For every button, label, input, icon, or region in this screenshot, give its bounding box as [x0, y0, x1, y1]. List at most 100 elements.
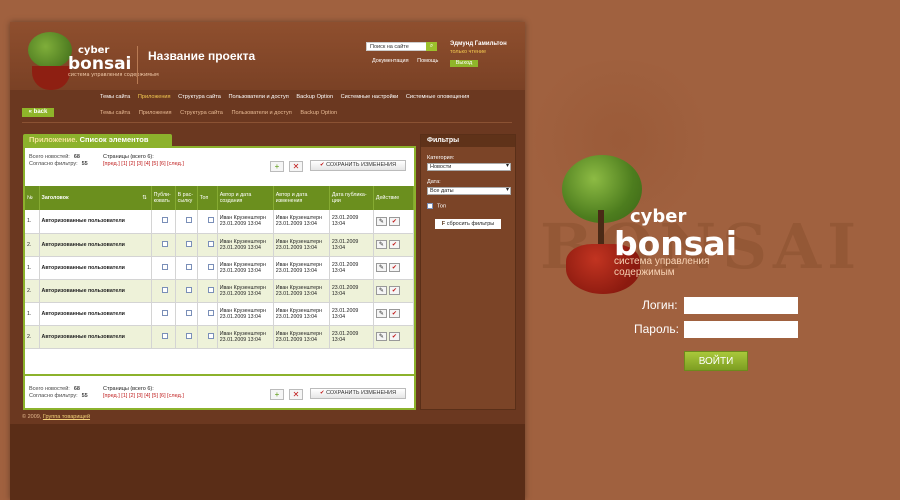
confirm-icon[interactable]: ✔ [388, 332, 400, 341]
help-link[interactable]: Помощь [417, 58, 438, 64]
mailing-checkbox[interactable] [185, 332, 192, 339]
row-title[interactable]: Авторизованные пользователи [39, 302, 152, 326]
publish-checkbox[interactable] [161, 309, 168, 316]
mailing-checkbox[interactable] [185, 309, 192, 316]
table-row: 2. Авторизованные пользователи Иван Круз… [25, 279, 415, 303]
top-checkbox[interactable] [207, 240, 214, 247]
nav-item-settings[interactable]: Системные настройки [341, 94, 399, 100]
subnav-item-themes[interactable]: Темы сайта [100, 110, 130, 116]
top-checkbox[interactable] [207, 286, 214, 293]
password-label: Пароль: [634, 322, 679, 336]
subnav-item-structure[interactable]: Структура сайта [180, 110, 223, 116]
top-filter-checkbox[interactable] [427, 203, 433, 209]
edit-icon[interactable]: ✎ [375, 240, 387, 249]
delete-icon[interactable]: ✕ [289, 161, 303, 172]
confirm-icon[interactable]: ✔ [388, 263, 400, 272]
row-title[interactable]: Авторизованные пользователи [39, 210, 152, 234]
confirm-icon[interactable]: ✔ [388, 216, 400, 226]
add-icon[interactable]: + [270, 161, 284, 172]
main-nav: Темы сайта Приложения Структура сайта По… [100, 94, 475, 100]
row-title[interactable]: Авторизованные пользователи [39, 325, 152, 349]
mailing-checkbox[interactable] [185, 240, 192, 247]
footer-link[interactable]: Группа товарищей [43, 414, 90, 420]
row-title[interactable]: Авторизованные пользователи [39, 279, 152, 303]
edit-icon[interactable]: ✎ [375, 216, 387, 226]
publish-checkbox[interactable] [161, 263, 168, 270]
pagination-bottom: Страницы (всего 6): [пред.] [1] [2] [3] … [103, 386, 184, 400]
brand-tagline: система управления содержимым [614, 256, 710, 278]
subnav-item-apps[interactable]: Приложения [139, 110, 172, 116]
elements-table: № Заголовок ⇅ Публи-ковать В рас-сылку Т… [25, 186, 415, 349]
row-title[interactable]: Авторизованные пользователи [39, 256, 152, 280]
col-author-created[interactable]: Автор и дата создания [217, 186, 274, 210]
publish-checkbox[interactable] [161, 217, 168, 224]
col-author-modified[interactable]: Автор и дата изменения [273, 186, 330, 210]
filter-icon: F [441, 221, 446, 228]
stats-top: Всего новостей: 68 Согласно фильтру: 55 [29, 154, 88, 167]
header: cyber bonsai система управления содержим… [10, 22, 525, 90]
reset-filters-button[interactable]: F сбросить фильтры [435, 219, 501, 230]
back-button[interactable]: « back [22, 108, 54, 117]
header-divider [137, 46, 138, 84]
top-checkbox[interactable] [207, 263, 214, 270]
top-checkbox[interactable] [207, 217, 214, 224]
logout-button[interactable]: Выход [450, 60, 478, 67]
logo[interactable]: cyber bonsai система управления содержим… [68, 46, 159, 78]
col-action: Действие [373, 186, 415, 210]
pagination-links[interactable]: [пред.] [1] [2] [3] [4] [5] [6] [след.] [103, 393, 184, 400]
table-row: 1. Авторизованные пользователи Иван Круз… [25, 302, 415, 326]
sort-icon[interactable]: ⇅ [142, 195, 146, 201]
subnav-item-backup[interactable]: Backup Option [300, 110, 337, 116]
confirm-icon[interactable]: ✔ [388, 286, 400, 295]
login-label: Логин: [642, 298, 678, 312]
login-input[interactable] [684, 297, 798, 314]
mailing-checkbox[interactable] [185, 286, 192, 293]
confirm-icon[interactable]: ✔ [388, 309, 400, 318]
edit-icon[interactable]: ✎ [375, 286, 387, 295]
pagination-links[interactable]: [пред.] [1] [2] [3] [4] [5] [6] [след.] [103, 161, 184, 168]
nav-item-apps[interactable]: Приложения [138, 94, 171, 100]
bottom-strip [10, 424, 525, 500]
col-mailing: В рас-сылку [175, 186, 198, 210]
nav-item-structure[interactable]: Структура сайта [178, 94, 221, 100]
table-row: 2. Авторизованные пользователи Иван Круз… [25, 233, 415, 257]
mailing-checkbox[interactable] [185, 263, 192, 270]
add-icon[interactable]: + [270, 389, 284, 400]
category-select[interactable]: Новости [427, 163, 511, 171]
footer: © 2009, Группа товарищей [22, 414, 91, 420]
edit-icon[interactable]: ✎ [375, 332, 387, 341]
logo-pot-icon [32, 66, 70, 90]
top-checkbox[interactable] [207, 332, 214, 339]
col-pub-date[interactable]: Дата публика-ции [329, 186, 374, 210]
nav-item-backup[interactable]: Backup Option [296, 94, 333, 100]
password-input[interactable] [684, 321, 798, 338]
confirm-icon[interactable]: ✔ [388, 240, 400, 249]
nav-item-users[interactable]: Пользователи и доступ [228, 94, 288, 100]
user-name: Эдмунд Гамильтон [450, 41, 507, 47]
publish-checkbox[interactable] [161, 332, 168, 339]
elements-panel: Всего новостей: 68 Согласно фильтру: 55 Ст… [23, 146, 416, 410]
publish-checkbox[interactable] [161, 286, 168, 293]
edit-icon[interactable]: ✎ [375, 309, 387, 318]
docs-link[interactable]: Документация [372, 58, 409, 64]
delete-icon[interactable]: ✕ [289, 389, 303, 400]
nav-item-alerts[interactable]: Системные оповещения [406, 94, 469, 100]
subnav-item-users[interactable]: Пользователи и доступ [231, 110, 291, 116]
save-changes-button[interactable]: ✔ СОХРАНИТЬ ИЗМЕНЕНИЯ [310, 388, 406, 399]
save-changes-button[interactable]: ✔ СОХРАНИТЬ ИЗМЕНЕНИЯ [310, 160, 406, 171]
top-checkbox[interactable] [207, 309, 214, 316]
mailing-checkbox[interactable] [185, 217, 192, 224]
project-title: Название проекта [148, 49, 256, 63]
nav-item-themes[interactable]: Темы сайта [100, 94, 130, 100]
col-title[interactable]: Заголовок ⇅ [39, 186, 152, 210]
row-title[interactable]: Авторизованные пользователи [39, 233, 152, 257]
login-submit-button[interactable]: ВОЙТИ [684, 351, 748, 371]
header-links: Документация Помощь [372, 58, 445, 64]
search-icon[interactable]: ⌕ [426, 42, 437, 51]
cms-mockup-window: cyber bonsai система управления содержим… [10, 22, 525, 500]
publish-checkbox[interactable] [161, 240, 168, 247]
col-top: Топ [197, 186, 218, 210]
edit-icon[interactable]: ✎ [375, 263, 387, 272]
table-row: 1. Авторизованные пользователи Иван Круз… [25, 210, 415, 234]
date-select[interactable]: Все даты [427, 187, 511, 195]
